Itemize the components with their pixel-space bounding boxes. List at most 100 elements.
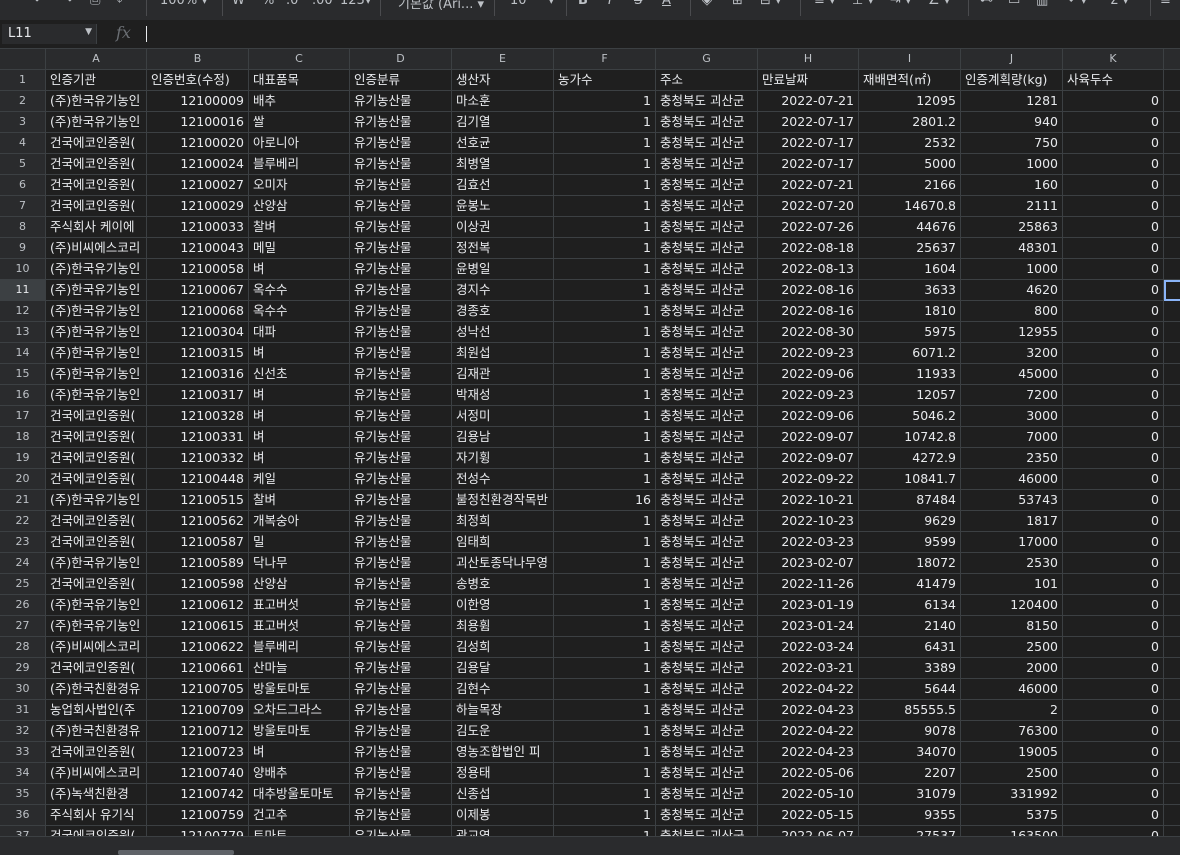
- row-number[interactable]: 11: [0, 280, 46, 301]
- data-cell[interactable]: [1164, 385, 1180, 406]
- row-number[interactable]: 27: [0, 616, 46, 637]
- data-cell[interactable]: 충청북도 괴산군: [656, 301, 758, 322]
- data-cell[interactable]: 12100016: [147, 112, 249, 133]
- data-cell[interactable]: 농업회사법인(주: [46, 700, 147, 721]
- data-cell[interactable]: 유기농산물: [350, 343, 452, 364]
- data-cell[interactable]: 0: [1063, 595, 1164, 616]
- data-cell[interactable]: 충청북도 괴산군: [656, 469, 758, 490]
- data-cell[interactable]: 박재성: [452, 385, 554, 406]
- paint-format-icon[interactable]: ⌖: [116, 0, 123, 8]
- data-cell[interactable]: 41479: [859, 574, 961, 595]
- data-cell[interactable]: 1: [554, 742, 656, 763]
- undo-icon[interactable]: ↶: [34, 0, 45, 8]
- data-cell[interactable]: 충청북도 괴산군: [656, 322, 758, 343]
- data-cell[interactable]: 충청북도 괴산군: [656, 238, 758, 259]
- data-cell[interactable]: 2532: [859, 133, 961, 154]
- data-cell[interactable]: 25863: [961, 217, 1063, 238]
- data-cell[interactable]: 0: [1063, 196, 1164, 217]
- data-cell[interactable]: 0: [1063, 490, 1164, 511]
- data-cell[interactable]: 주식회사 케이에: [46, 217, 147, 238]
- data-cell[interactable]: [1164, 343, 1180, 364]
- data-cell[interactable]: 유기농산물: [350, 637, 452, 658]
- data-cell[interactable]: 1: [554, 448, 656, 469]
- data-cell[interactable]: 5375: [961, 805, 1063, 826]
- name-box[interactable]: L11 ▼: [2, 24, 97, 44]
- data-cell[interactable]: [1164, 490, 1180, 511]
- data-cell[interactable]: [1164, 658, 1180, 679]
- data-cell[interactable]: 0: [1063, 238, 1164, 259]
- data-cell[interactable]: 충청북도 괴산군: [656, 154, 758, 175]
- data-cell[interactable]: 12100562: [147, 511, 249, 532]
- data-cell[interactable]: (주)한국유기농인: [46, 364, 147, 385]
- data-cell[interactable]: 이제봉: [452, 805, 554, 826]
- data-cell[interactable]: 1: [554, 196, 656, 217]
- data-cell[interactable]: 충청북도 괴산군: [656, 679, 758, 700]
- data-cell[interactable]: 유기농산물: [350, 364, 452, 385]
- row-number[interactable]: 12: [0, 301, 46, 322]
- data-cell[interactable]: 1: [554, 658, 656, 679]
- data-cell[interactable]: 2140: [859, 616, 961, 637]
- data-cell[interactable]: 충청북도 괴산군: [656, 595, 758, 616]
- column-header-i[interactable]: I: [859, 49, 961, 70]
- data-cell[interactable]: 4272.9: [859, 448, 961, 469]
- merge-cells-icon[interactable]: ⊟ ▾: [760, 0, 782, 8]
- data-cell[interactable]: 1: [554, 574, 656, 595]
- data-cell[interactable]: 벼: [249, 448, 350, 469]
- data-cell[interactable]: 충청북도 괴산군: [656, 700, 758, 721]
- data-cell[interactable]: 유기농산물: [350, 595, 452, 616]
- data-cell[interactable]: 1: [554, 763, 656, 784]
- data-cell[interactable]: 2022-04-23: [758, 700, 859, 721]
- data-cell[interactable]: 1: [554, 154, 656, 175]
- row-number[interactable]: 21: [0, 490, 46, 511]
- data-cell[interactable]: 유기농산물: [350, 322, 452, 343]
- percent-button[interactable]: %: [262, 0, 274, 8]
- data-cell[interactable]: 메밀: [249, 238, 350, 259]
- data-cell[interactable]: 2: [961, 700, 1063, 721]
- data-cell[interactable]: 12100316: [147, 364, 249, 385]
- data-cell[interactable]: 유기농산물: [350, 154, 452, 175]
- data-cell[interactable]: 0: [1063, 616, 1164, 637]
- data-cell[interactable]: 6071.2: [859, 343, 961, 364]
- data-cell[interactable]: 유기농산물: [350, 658, 452, 679]
- data-cell[interactable]: 유기농산물: [350, 805, 452, 826]
- row-number[interactable]: 29: [0, 658, 46, 679]
- data-cell[interactable]: 유기농산물: [350, 784, 452, 805]
- data-cell[interactable]: (주)한국유기농인: [46, 490, 147, 511]
- data-cell[interactable]: 12100515: [147, 490, 249, 511]
- data-cell[interactable]: 2022-07-21: [758, 91, 859, 112]
- data-cell[interactable]: [1164, 511, 1180, 532]
- data-cell[interactable]: [1164, 784, 1180, 805]
- data-cell[interactable]: 25637: [859, 238, 961, 259]
- data-cell[interactable]: 1: [554, 784, 656, 805]
- data-cell[interactable]: (주)한국유기농인: [46, 385, 147, 406]
- data-cell[interactable]: 유기농산물: [350, 742, 452, 763]
- data-cell[interactable]: 옥수수: [249, 280, 350, 301]
- data-cell[interactable]: 12100615: [147, 616, 249, 637]
- insert-link-icon[interactable]: ⊷: [980, 0, 993, 8]
- data-cell[interactable]: [1164, 196, 1180, 217]
- data-cell[interactable]: 2022-08-16: [758, 301, 859, 322]
- data-cell[interactable]: 12100331: [147, 427, 249, 448]
- data-cell[interactable]: 2022-09-07: [758, 427, 859, 448]
- data-cell[interactable]: 충청북도 괴산군: [656, 637, 758, 658]
- column-title-cell[interactable]: 인증기관: [46, 70, 147, 91]
- data-cell[interactable]: 유기농산물: [350, 721, 452, 742]
- data-cell[interactable]: 1: [554, 133, 656, 154]
- column-title-cell[interactable]: 사육두수: [1063, 70, 1164, 91]
- data-cell[interactable]: 31079: [859, 784, 961, 805]
- fill-color-icon[interactable]: ◈: [702, 0, 712, 8]
- row-number[interactable]: 14: [0, 343, 46, 364]
- data-cell[interactable]: 4620: [961, 280, 1063, 301]
- data-cell[interactable]: 12100317: [147, 385, 249, 406]
- data-cell[interactable]: 충청북도 괴산군: [656, 553, 758, 574]
- data-cell[interactable]: 유기농산물: [350, 133, 452, 154]
- data-cell[interactable]: 2022-08-18: [758, 238, 859, 259]
- data-cell[interactable]: (주)한국친환경유: [46, 679, 147, 700]
- data-cell[interactable]: 0: [1063, 658, 1164, 679]
- data-cell[interactable]: 0: [1063, 112, 1164, 133]
- data-cell[interactable]: 2350: [961, 448, 1063, 469]
- row-number[interactable]: 28: [0, 637, 46, 658]
- data-cell[interactable]: 12100067: [147, 280, 249, 301]
- data-cell[interactable]: 44676: [859, 217, 961, 238]
- font-size-dropdown-icon[interactable]: ▾: [548, 0, 555, 8]
